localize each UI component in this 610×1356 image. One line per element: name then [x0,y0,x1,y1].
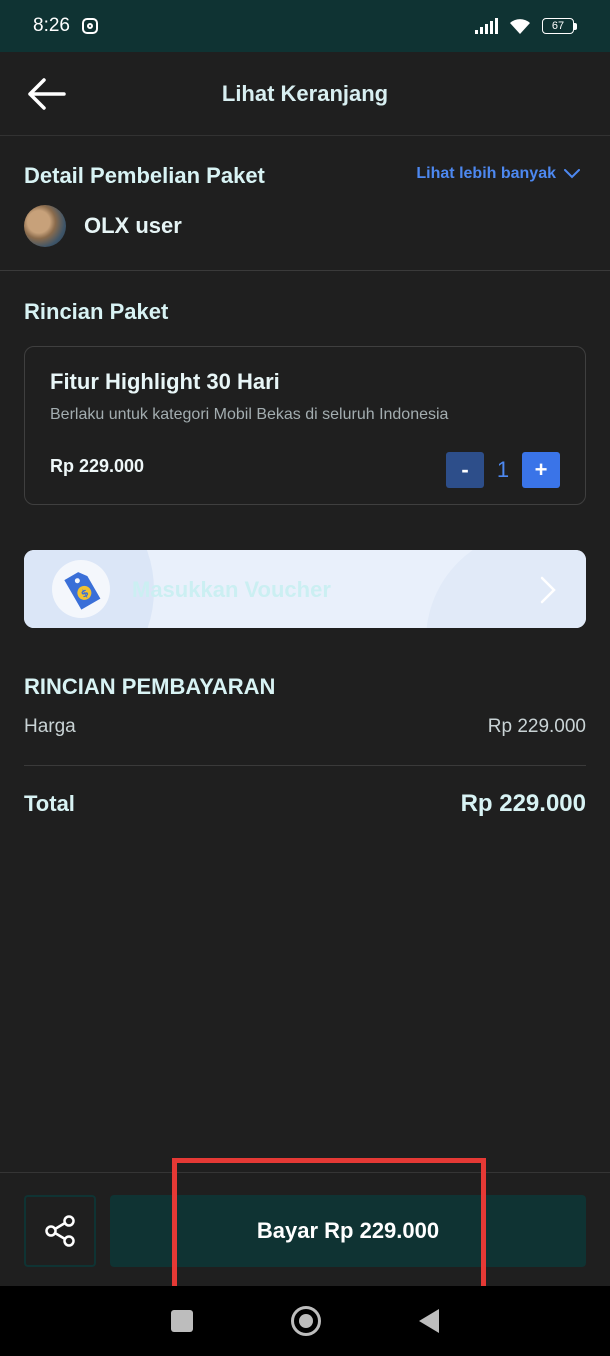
total-row: Total Rp 229.000 [24,790,586,818]
voucher-label: Masukkan Voucher [132,577,331,602]
pay-button[interactable]: Bayar Rp 229.000 [110,1195,586,1267]
battery-level: 67 [542,18,574,34]
status-bar: 8:26 67 [0,0,610,52]
chevron-down-icon [564,169,580,179]
battery-icon: 67 [542,18,577,34]
back-button[interactable] [24,74,68,114]
status-time: 8:26 [33,15,70,36]
status-indicators: 67 [475,17,577,35]
quantity-value: 1 [496,457,510,482]
recent-apps-icon[interactable] [171,1310,193,1332]
bottom-action-bar: Bayar Rp 229.000 [0,1172,610,1286]
total-label: Total [24,791,75,816]
back-triangle-icon[interactable] [419,1309,439,1333]
avatar [24,205,66,247]
share-button[interactable] [24,1195,96,1267]
back-arrow-icon [28,78,66,110]
signal-icon [475,18,498,34]
quantity-stepper: - 1 + [446,452,560,488]
decrease-quantity-button[interactable]: - [446,452,484,488]
purchase-detail-title: Detail Pembelian Paket [24,163,265,188]
see-more-label: Lihat lebih banyak [416,165,556,182]
package-card: Fitur Highlight 30 Hari Berlaku untuk ka… [24,346,586,505]
package-description: Berlaku untuk kategori Mobil Bekas di se… [50,406,449,423]
page-title: Lihat Keranjang [221,80,389,106]
user-row: OLX user [24,205,182,247]
price-label: Harga [24,716,76,737]
system-nav-bar [0,1286,610,1356]
voucher-tag-icon: $ [52,560,110,618]
wifi-icon [510,19,530,34]
payment-detail-title: RINCIAN PEMBAYARAN [24,674,276,699]
share-icon [45,1215,75,1247]
total-value: Rp 229.000 [460,790,586,817]
purchase-detail-section: Detail Pembelian Paket Lihat lebih banya… [0,137,610,271]
user-name: OLX user [84,213,182,238]
price-value: Rp 229.000 [487,716,586,737]
voucher-banner[interactable]: $ Masukkan Voucher [24,550,586,628]
home-icon[interactable] [291,1306,321,1336]
see-more-link[interactable]: Lihat lebih banyak [416,165,580,183]
app-header: Lihat Keranjang [0,52,610,136]
package-name: Fitur Highlight 30 Hari [50,369,280,394]
chevron-right-icon [540,576,556,604]
package-price: Rp 229.000 [50,456,145,476]
price-row: Harga Rp 229.000 [24,716,586,766]
package-section-title: Rincian Paket [24,299,169,324]
instagram-icon [81,18,98,34]
increase-quantity-button[interactable]: + [522,452,560,488]
